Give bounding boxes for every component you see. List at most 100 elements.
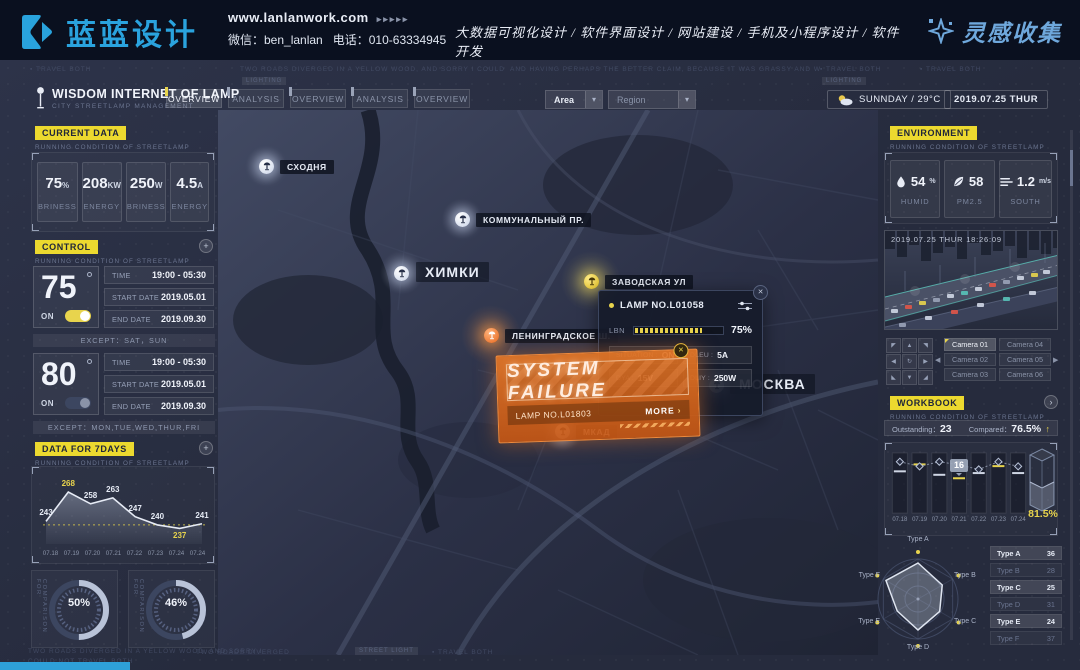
state-label: ON <box>41 312 54 321</box>
tab-overview-2[interactable]: OVERVIEW <box>290 89 346 108</box>
lamp-glyph-icon <box>263 162 271 171</box>
camera-button-2[interactable]: Camera 02 <box>944 353 996 366</box>
time-row[interactable]: TIME 19:00 - 05:30 <box>104 353 214 371</box>
radar-label-d: Type D <box>848 644 988 651</box>
legend-row-type-e[interactable]: Type E24 <box>990 614 1062 628</box>
dpad-down[interactable]: ▼ <box>902 370 917 385</box>
camera-page-left-icon[interactable]: ◀ <box>935 356 940 364</box>
map-pin-kommunalny[interactable] <box>455 212 470 227</box>
sun-cloud-icon <box>837 94 853 106</box>
camera-button-6[interactable]: Camera 06 <box>999 368 1051 381</box>
tab-tick <box>165 87 168 96</box>
radar-label-c: Type C <box>954 618 976 625</box>
row-value: 2019.05.01 <box>161 379 206 389</box>
map-label-kommunalny[interactable]: КОММУНАЛЬНЫЙ ПР. <box>476 213 591 227</box>
legend-value: 31 <box>1047 600 1055 609</box>
map-label-khimki[interactable]: ХИМКИ <box>416 262 489 282</box>
tab-overview-3[interactable]: OVERVIEW <box>414 89 470 108</box>
week-chart-x-axis: 07.18 07.19 07.20 07.21 07.22 07.23 07.2… <box>40 550 208 557</box>
dpad-reset[interactable]: ↻ <box>902 354 917 369</box>
legend-row-type-f[interactable]: Type F37 <box>990 631 1062 645</box>
metric-unit: W <box>155 181 163 190</box>
legend-row-type-d[interactable]: Type D31 <box>990 597 1062 611</box>
contact-block: www.lanlanwork.com▸▸▸▸▸ 微信：ben_lanlan 电话… <box>228 10 446 48</box>
arrows-decoration: ▸▸▸▸▸ <box>377 14 410 24</box>
x-tick: 07.20 <box>82 550 103 557</box>
camera-button-3[interactable]: Camera 03 <box>944 368 996 381</box>
decor-bottom-3: TWO ROADS DIVERGED <box>196 649 290 656</box>
lanlan-logo: 蓝蓝设计 <box>18 10 198 54</box>
start-date-row[interactable]: START DATE 2019.05.01 <box>104 288 214 306</box>
lamp-dot-icon <box>87 359 92 364</box>
end-date-row[interactable]: END DATE 2019.09.30 <box>104 310 214 328</box>
status-dot <box>609 303 614 308</box>
tab-label: OVERVIEW <box>416 94 468 104</box>
legend-row-type-a[interactable]: Type A36 <box>990 546 1062 560</box>
map-pin-khimki[interactable] <box>394 266 409 281</box>
dashboard: ▪ TRAVEL BOTH TWO ROADS DIVERGED IN A YE… <box>0 60 1080 670</box>
legend-label: Type A <box>997 549 1021 558</box>
env-tile-pm25: 58 PM2.5 <box>944 160 994 218</box>
dpad-down-left[interactable]: ◣ <box>886 370 901 385</box>
dpad-up-right[interactable]: ◥ <box>918 338 933 353</box>
row-value: 2019.09.30 <box>161 314 206 324</box>
failure-title: SYSTEM FAILURE <box>507 354 688 404</box>
map-pin-leningradskoe[interactable] <box>484 328 499 343</box>
schedule-toggle[interactable] <box>65 310 91 322</box>
footer-accent-bar <box>0 662 130 670</box>
schedule-toggle[interactable] <box>65 397 91 409</box>
inspiration-collect[interactable]: 灵感收集 <box>928 14 1062 48</box>
workbook-next-button[interactable]: › <box>1044 395 1058 409</box>
chevron-down-icon[interactable]: ▾ <box>678 91 695 108</box>
camera-video-feed[interactable]: 2019.07.25 THUR 18:26:09 <box>884 230 1058 330</box>
more-label: MORE <box>645 405 675 416</box>
legend-row-type-c[interactable]: Type C25 <box>990 580 1062 594</box>
env-unit: % <box>929 178 935 185</box>
time-row[interactable]: TIME 19:00 - 05:30 <box>104 266 214 284</box>
dpad-down-right[interactable]: ◢ <box>918 370 933 385</box>
tab-tick <box>351 87 354 96</box>
sliders-icon[interactable] <box>738 301 752 311</box>
dpad-up-left[interactable]: ◤ <box>886 338 901 353</box>
env-label: PM2.5 <box>945 197 993 206</box>
website-url[interactable]: www.lanlanwork.com <box>228 10 369 25</box>
x-tick: 07.21 <box>949 517 969 523</box>
start-date-row[interactable]: START DATE 2019.05.01 <box>104 375 214 393</box>
tab-overview-1[interactable]: OVERVIEW <box>166 89 222 108</box>
legend-label: Type C <box>997 583 1021 592</box>
map-label-zavodskaya[interactable]: ЗАВОДСКАЯ УЛ <box>605 275 693 289</box>
row-value: 19:00 - 05:30 <box>152 270 206 280</box>
legend-value: 28 <box>1047 566 1055 575</box>
page-scrollbar[interactable] <box>1070 130 1073 640</box>
dpad-left[interactable]: ◀ <box>886 354 901 369</box>
sparkle-icon <box>928 18 954 44</box>
legend-row-type-b[interactable]: Type B28 <box>990 563 1062 577</box>
toggle-knob <box>80 398 90 408</box>
close-icon[interactable]: ✕ <box>753 285 768 300</box>
camera-button-1[interactable]: Camera 01 <box>944 338 996 351</box>
camera-button-4[interactable]: Camera 04 <box>999 338 1051 351</box>
map-pin-zavodskaya[interactable] <box>584 274 599 289</box>
website-line[interactable]: www.lanlanwork.com ▸▸▸▸▸ <box>228 10 446 25</box>
tab-analysis-1[interactable]: ANALYSIS <box>228 89 284 108</box>
camera-button-5[interactable]: Camera 05 <box>999 353 1051 366</box>
chevron-down-icon[interactable]: ▾ <box>585 91 602 108</box>
camera-page-right-icon[interactable]: ▶ <box>1053 356 1058 364</box>
failure-lamp-id: LAMP NO.L01803 <box>515 408 591 421</box>
week-chart-add-button[interactable]: + <box>199 441 213 455</box>
capacity-cube <box>1029 448 1055 512</box>
end-date-row[interactable]: END DATE 2019.09.30 <box>104 397 214 415</box>
row-label: END DATE <box>112 402 151 411</box>
region-select[interactable]: Region ▾ <box>608 90 696 109</box>
radar-label-a: Type A <box>848 536 988 543</box>
scrollbar-thumb[interactable] <box>1070 150 1073 186</box>
tab-analysis-2[interactable]: ANALYSIS <box>352 89 408 108</box>
more-button[interactable]: MORE› <box>645 405 682 416</box>
area-select[interactable]: Area ▾ <box>545 90 603 109</box>
map-pin-skhodnya[interactable] <box>259 159 274 174</box>
dpad-right[interactable]: ▶ <box>918 354 933 369</box>
map-label-skhodnya[interactable]: СХОДНЯ <box>280 160 334 174</box>
dpad-up[interactable]: ▲ <box>902 338 917 353</box>
control-add-button[interactable]: + <box>199 239 213 253</box>
screen: 蓝蓝设计 www.lanlanwork.com▸▸▸▸▸ 微信：ben_lanl… <box>0 0 1080 670</box>
